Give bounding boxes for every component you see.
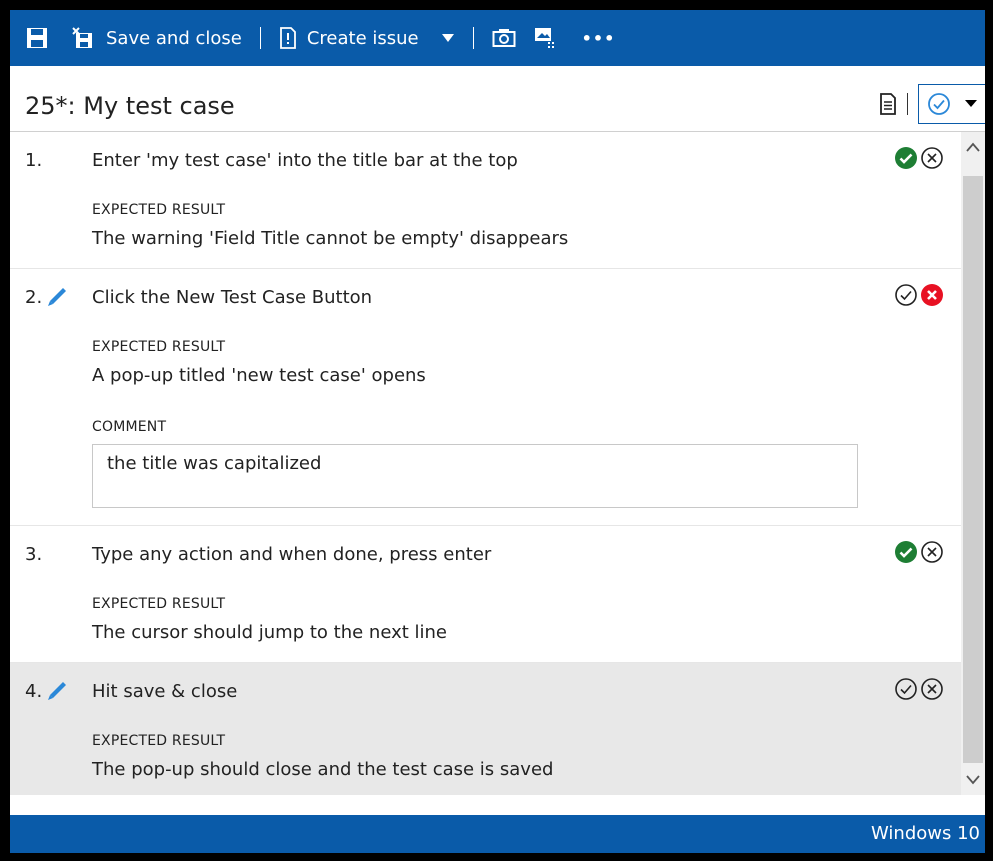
status-bar: Windows 10 <box>10 815 985 853</box>
screenshot-button[interactable] <box>484 10 524 66</box>
toolbar-divider <box>472 27 474 49</box>
title-row: 25*: My test case <box>10 66 985 132</box>
more-icon: ••• <box>581 28 616 48</box>
comment-label: COMMENT <box>92 419 167 435</box>
expected-result-label: EXPECTED RESULT <box>92 202 226 218</box>
save-button[interactable] <box>10 10 56 66</box>
step-outcome-buttons <box>894 677 944 701</box>
pencil-icon <box>48 682 66 700</box>
vertical-scrollbar[interactable] <box>961 132 985 795</box>
scroll-down-button[interactable] <box>961 765 985 795</box>
pencil-icon <box>48 288 66 306</box>
expected-result: A pop-up titled 'new test case' opens <box>92 365 426 386</box>
step-outcome-buttons <box>894 283 944 307</box>
toolbar: Save and close Create issue ••• <box>10 10 985 66</box>
title-actions <box>879 84 985 124</box>
outcome-dropdown[interactable] <box>918 84 985 124</box>
capture-action-button[interactable] <box>524 10 566 66</box>
fail-icon[interactable] <box>920 677 944 701</box>
expected-result-label: EXPECTED RESULT <box>92 733 226 749</box>
expected-result: The warning 'Field Title cannot be empty… <box>92 228 569 249</box>
test-step[interactable]: 1. Enter 'my test case' into the title b… <box>10 132 961 269</box>
step-number: 3. <box>25 544 43 565</box>
save-icon <box>27 28 47 48</box>
create-issue-button[interactable]: Create issue <box>271 10 427 66</box>
comment-field[interactable]: the title was capitalized <box>92 444 858 508</box>
step-outcome-buttons <box>894 146 944 170</box>
check-circle-icon <box>928 93 950 115</box>
fail-icon[interactable] <box>920 540 944 564</box>
chevron-down-icon <box>965 100 977 107</box>
fail-icon[interactable] <box>920 283 944 307</box>
scrollbar-thumb[interactable] <box>963 176 983 763</box>
create-issue-icon <box>279 27 296 49</box>
screen-capture-icon <box>534 28 554 48</box>
test-steps-list: 1. Enter 'my test case' into the title b… <box>10 132 961 795</box>
step-action: Click the New Test Case Button <box>92 287 373 308</box>
camera-icon <box>492 29 516 47</box>
page-title: 25*: My test case <box>25 92 235 120</box>
expected-result: The cursor should jump to the next line <box>92 622 447 643</box>
save-and-close-label: Save and close <box>106 27 242 49</box>
expected-result-label: EXPECTED RESULT <box>92 596 226 612</box>
test-step[interactable]: 3. Type any action and when done, press … <box>10 526 961 663</box>
step-action: Type any action and when done, press ent… <box>92 544 492 565</box>
app-window: Save and close Create issue ••• 25*: My … <box>10 10 985 853</box>
document-icon[interactable] <box>879 93 897 115</box>
step-action: Hit save & close <box>92 681 238 702</box>
save-and-close-button[interactable]: Save and close <box>56 10 250 66</box>
fail-icon[interactable] <box>920 146 944 170</box>
more-options-button[interactable]: ••• <box>566 10 624 66</box>
pass-icon[interactable] <box>894 146 918 170</box>
test-step[interactable]: 2. Click the New Test Case Button EXPECT… <box>10 269 961 526</box>
chevron-down-icon <box>441 34 454 42</box>
step-number: 1. <box>25 150 43 171</box>
chevron-up-icon <box>966 142 980 152</box>
step-number: 2. <box>25 287 43 308</box>
step-number: 4. <box>25 681 43 702</box>
scroll-up-button[interactable] <box>961 132 985 162</box>
pass-icon[interactable] <box>894 677 918 701</box>
test-step[interactable]: 4. Hit save & close EXPECTED RESULT The … <box>10 663 961 795</box>
pass-icon[interactable] <box>894 283 918 307</box>
create-issue-dropdown[interactable] <box>427 10 463 66</box>
expected-result: The pop-up should close and the test cas… <box>92 759 554 780</box>
pass-icon[interactable] <box>894 540 918 564</box>
title-actions-divider <box>907 93 908 115</box>
status-bar-label: Windows 10 <box>871 823 980 844</box>
create-issue-label: Create issue <box>306 27 419 49</box>
toolbar-divider <box>259 27 261 49</box>
step-action: Enter 'my test case' into the title bar … <box>92 150 518 171</box>
step-outcome-buttons <box>894 540 944 564</box>
save-close-icon <box>72 27 92 48</box>
chevron-down-icon <box>966 775 980 785</box>
expected-result-label: EXPECTED RESULT <box>92 339 226 355</box>
